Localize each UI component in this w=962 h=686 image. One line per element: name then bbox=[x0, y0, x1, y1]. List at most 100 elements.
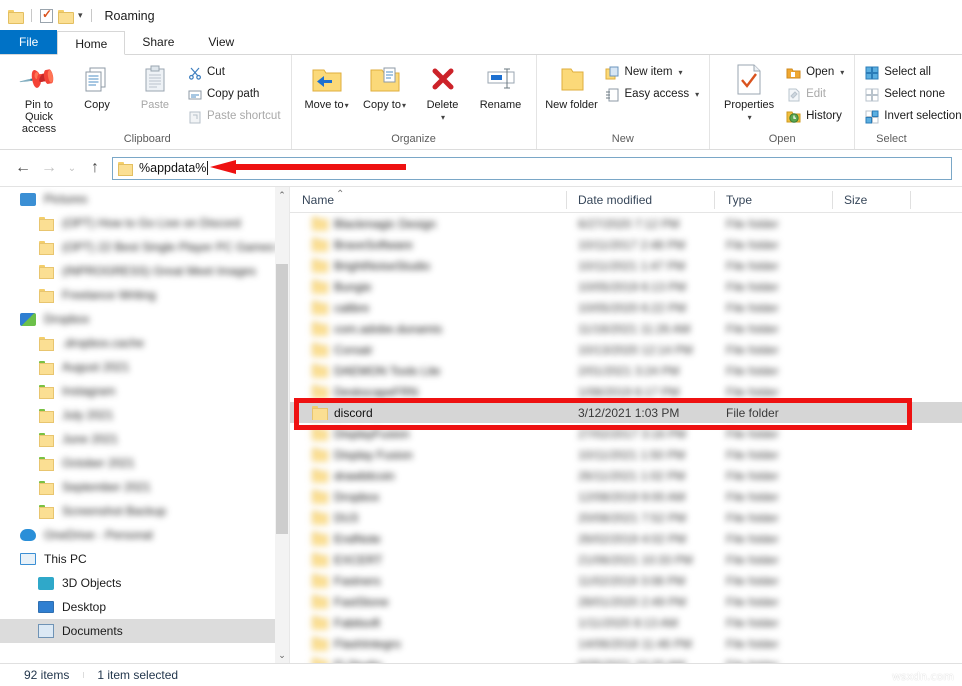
button-label: Invert selection bbox=[884, 110, 962, 122]
rename-button[interactable]: Rename bbox=[472, 58, 530, 111]
chevron-down-icon[interactable]: ▾ bbox=[441, 113, 445, 122]
table-row[interactable]: calibre 10/05/2020 6:22 PM File folder bbox=[290, 297, 962, 318]
table-row[interactable]: Fabitsoft 1/11/2020 8:13 AM File folder bbox=[290, 612, 962, 633]
table-row[interactable]: FLStudio 8/05/2021 10:20 AMFile folder bbox=[290, 654, 962, 663]
properties-button[interactable]: Properties ▾ bbox=[716, 58, 782, 124]
chevron-down-icon[interactable]: ▾ bbox=[748, 113, 752, 122]
sidebar-item[interactable]: Screenshot Backup bbox=[0, 499, 289, 523]
table-row[interactable]: Fastners 11/02/2019 3:08 PM File folder bbox=[290, 570, 962, 591]
table-row[interactable]: BraveSoftware 10/11/2017 2:48 PM File fold… bbox=[290, 234, 962, 255]
sidebar-item[interactable]: October 2021 bbox=[0, 451, 289, 475]
table-row[interactable]: com.adobe.dunamis 11/16/2021 11:26 AM File… bbox=[290, 318, 962, 339]
copy-to-button[interactable]: Copy to▾ bbox=[356, 58, 414, 112]
sidebar-item[interactable]: This PC bbox=[0, 547, 289, 571]
table-row[interactable]: Blackmagic Design 6/27/2020 7:12 PM File f… bbox=[290, 213, 962, 234]
sort-ascending-icon: ⌃ bbox=[336, 188, 345, 200]
navigation-scrollbar[interactable]: ⌃ ⌄ bbox=[275, 187, 289, 663]
sidebar-item[interactable]: Desktop bbox=[0, 595, 289, 619]
navigation-tree: Pictures (OPT) How to Go Live on Discord (… bbox=[0, 187, 289, 643]
folder-sync-icon bbox=[38, 456, 54, 471]
sidebar-item[interactable]: Instagram bbox=[0, 379, 289, 403]
table-row[interactable]: Bungie 10/05/2019 6:13 PM File folder bbox=[290, 276, 962, 297]
folder-icon[interactable] bbox=[8, 9, 24, 24]
address-input[interactable]: %appdata% bbox=[139, 161, 206, 175]
sidebar-item[interactable]: Pictures bbox=[0, 187, 289, 211]
cell-type: File folder bbox=[726, 426, 779, 441]
sidebar-item[interactable]: OneDrive - Personal bbox=[0, 523, 289, 547]
scroll-up-arrow[interactable]: ⌃ bbox=[275, 187, 289, 203]
edit-button[interactable]: Edit bbox=[782, 85, 848, 104]
table-row[interactable]: DU3 20/08/2021 7:52 PM File folder bbox=[290, 507, 962, 528]
chevron-down-icon[interactable]: ▾ bbox=[695, 90, 699, 99]
sidebar-item[interactable]: August 2021 bbox=[0, 355, 289, 379]
table-row[interactable]: FlashIntegro 14/06/2018 11:46 PM File fold… bbox=[290, 633, 962, 654]
chevron-down-icon[interactable]: ▾ bbox=[402, 101, 406, 110]
sidebar-item[interactable]: Freelance Writing bbox=[0, 283, 289, 307]
column-header-date-modified[interactable]: Date modified bbox=[566, 187, 714, 213]
back-button[interactable]: ← bbox=[10, 159, 36, 177]
delete-x-icon bbox=[429, 63, 457, 95]
column-header-name[interactable]: Name ⌃ bbox=[290, 187, 566, 213]
copy-path-button[interactable]: Copy path bbox=[184, 85, 285, 104]
pin-to-quick-access-button[interactable]: 📌 Pin to Quick access bbox=[10, 58, 68, 135]
move-to-button[interactable]: Move to▾ bbox=[298, 58, 356, 112]
scrollbar-thumb[interactable] bbox=[276, 264, 288, 534]
table-row[interactable]: DAEMON Tools Lite 2/01/2021 3:24 PM File f… bbox=[290, 360, 962, 381]
new-item-button[interactable]: New item ▾ bbox=[601, 63, 704, 82]
table-row[interactable]: DisplayFusion 27/02/2017 3:16 PM File fold… bbox=[290, 423, 962, 444]
up-button[interactable]: ↑ bbox=[82, 159, 108, 177]
cell-type: File folder bbox=[726, 384, 779, 399]
cell-type: File folder bbox=[726, 552, 779, 567]
sidebar-item[interactable]: September 2021 bbox=[0, 475, 289, 499]
copy-button[interactable]: Copy bbox=[68, 58, 126, 111]
table-row[interactable]: Display Fusion 10/11/2021 1:50 PM File fol… bbox=[290, 444, 962, 465]
table-row[interactable]: DeskscapeFRN 1/08/2019 6:17 PM File folder bbox=[290, 381, 962, 402]
cell-name: DU3 bbox=[290, 511, 566, 525]
chevron-down-icon[interactable]: ▾ bbox=[840, 68, 844, 77]
sidebar-item[interactable]: June 2021 bbox=[0, 427, 289, 451]
scroll-down-arrow[interactable]: ⌄ bbox=[275, 647, 289, 663]
column-header-type[interactable]: Type bbox=[714, 187, 832, 213]
chevron-down-icon[interactable]: ▾ bbox=[345, 101, 349, 110]
tab-home[interactable]: Home bbox=[57, 31, 126, 55]
chevron-down-icon[interactable]: ▾ bbox=[678, 68, 682, 77]
history-button[interactable]: History bbox=[782, 107, 848, 126]
new-folder-icon[interactable] bbox=[58, 9, 74, 24]
table-row[interactable]: EXCERT 21/06/2021 10:33 PM File folder bbox=[290, 549, 962, 570]
sidebar-item[interactable]: Dropbox bbox=[0, 307, 289, 331]
properties-check-icon[interactable] bbox=[40, 7, 53, 23]
sidebar-item[interactable]: 3D Objects bbox=[0, 571, 289, 595]
group-label-open: Open bbox=[768, 133, 796, 145]
sidebar-item[interactable]: (OPT) 22 Best Single Player PC Games for bbox=[0, 235, 289, 259]
table-row[interactable]: Corsair 10/13/2020 12:14 PM File folder bbox=[290, 339, 962, 360]
sidebar-item[interactable]: (INPROGRESS) Great Meet Images bbox=[0, 259, 289, 283]
sidebar-item[interactable]: Documents bbox=[0, 619, 289, 643]
chevron-down-icon[interactable]: ▾ bbox=[78, 11, 83, 20]
paste-shortcut-button[interactable]: Paste shortcut bbox=[184, 107, 285, 126]
sidebar-item[interactable]: (OPT) How to Go Live on Discord bbox=[0, 211, 289, 235]
forward-button[interactable]: → bbox=[36, 159, 62, 177]
open-button[interactable]: Open ▾ bbox=[782, 63, 848, 82]
table-row[interactable]: Dropbox 12/08/2019 9:00 AM File folder bbox=[290, 486, 962, 507]
table-row[interactable]: FastStone 28/01/2020 2:49 PM File folder bbox=[290, 591, 962, 612]
recent-locations-button[interactable]: ⌄ bbox=[62, 163, 82, 174]
tab-file[interactable]: File bbox=[0, 30, 58, 54]
table-row[interactable]: BrightNoiseStudio 10/11/2021 1:47 PM File … bbox=[290, 255, 962, 276]
easy-access-button[interactable]: Easy access ▾ bbox=[601, 85, 704, 104]
delete-button[interactable]: Delete ▾ bbox=[414, 58, 472, 124]
paste-button[interactable]: Paste bbox=[126, 58, 184, 111]
table-row[interactable]: discord 3/12/2021 1:03 PM File folder bbox=[290, 402, 962, 423]
cut-button[interactable]: Cut bbox=[184, 63, 285, 82]
table-row[interactable]: EndNote 26/02/2019 4:02 PM File folder bbox=[290, 528, 962, 549]
table-row[interactable]: drawbitcoin 26/11/2021 1:02 PM File folder bbox=[290, 465, 962, 486]
select-all-button[interactable]: Select all bbox=[861, 63, 962, 82]
select-none-button[interactable]: Select none bbox=[861, 85, 962, 104]
sidebar-item[interactable]: .dropbox.cache bbox=[0, 331, 289, 355]
new-folder-button[interactable]: New folder bbox=[543, 58, 601, 111]
cell-type: File folder bbox=[726, 447, 779, 462]
sidebar-item[interactable]: July 2021 bbox=[0, 403, 289, 427]
column-header-size[interactable]: Size bbox=[832, 187, 910, 213]
tab-view[interactable]: View bbox=[191, 30, 251, 54]
invert-selection-button[interactable]: Invert selection bbox=[861, 107, 962, 126]
tab-share[interactable]: Share bbox=[125, 30, 191, 54]
